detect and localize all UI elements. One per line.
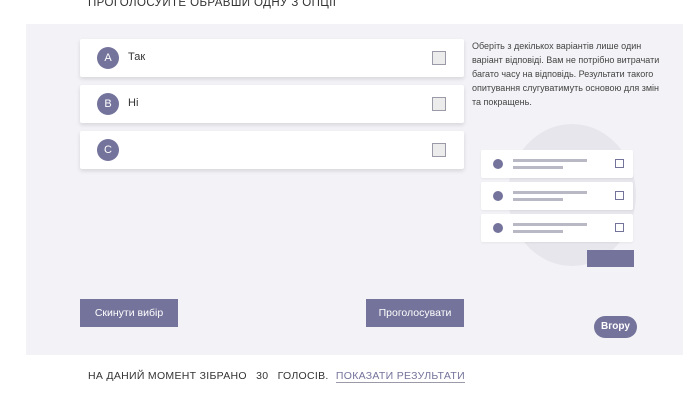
option-letter-badge: C bbox=[97, 139, 119, 161]
illustration-dot-icon bbox=[493, 191, 503, 201]
poll-option-b[interactable]: B Ні bbox=[80, 85, 464, 123]
option-checkbox[interactable] bbox=[432, 51, 446, 65]
poll-title: ПРОГОЛОСУЙТЕ ОБРАВШИ ОДНУ З ОПЦІЇ bbox=[88, 0, 337, 9]
poll-panel: A Так B Ні C Оберіть з декількох варіант… bbox=[26, 24, 683, 355]
poll-option-c[interactable]: C bbox=[80, 131, 464, 169]
vote-count-number: 30 bbox=[256, 370, 269, 382]
illustration-checkbox-icon bbox=[615, 191, 624, 200]
poll-hint-text: Оберіть з декількох варіантів лише один … bbox=[472, 41, 660, 107]
illustration-dot-icon bbox=[493, 159, 503, 169]
reset-choice-button[interactable]: Скинути вибір bbox=[80, 299, 178, 327]
illustration-card bbox=[481, 182, 633, 210]
illustration-button bbox=[587, 250, 634, 267]
vote-count-suffix: ГОЛОСІВ. bbox=[277, 370, 329, 382]
option-checkbox[interactable] bbox=[432, 97, 446, 111]
option-checkbox[interactable] bbox=[432, 143, 446, 157]
illustration-dot-icon bbox=[493, 223, 503, 233]
illustration-checkbox-icon bbox=[615, 223, 624, 232]
illustration-card bbox=[481, 214, 633, 242]
poll-option-a[interactable]: A Так bbox=[80, 39, 464, 77]
poll-header: ПРОГОЛОСУЙТЕ ОБРАВШИ ОДНУ З ОПЦІЇ bbox=[26, 0, 683, 24]
option-label: Ні bbox=[128, 97, 139, 109]
page-margin-left bbox=[0, 0, 26, 393]
illustration-checkbox-icon bbox=[615, 159, 624, 168]
option-letter-badge: A bbox=[97, 47, 119, 69]
vote-count-text: НА ДАНИЙ МОМЕНТ ЗІБРАНО 30 ГОЛОСІВ. ПОКА… bbox=[88, 370, 465, 383]
illustration-card bbox=[481, 150, 633, 178]
show-results-link[interactable]: ПОКАЗАТИ РЕЗУЛЬТАТИ bbox=[335, 370, 465, 383]
vote-count-prefix: НА ДАНИЙ МОМЕНТ ЗІБРАНО bbox=[88, 370, 247, 382]
option-label: Так bbox=[128, 51, 146, 63]
page-margin-right bbox=[683, 0, 700, 393]
poll-footer: НА ДАНИЙ МОМЕНТ ЗІБРАНО 30 ГОЛОСІВ. ПОКА… bbox=[26, 355, 683, 393]
poll-illustration bbox=[481, 124, 681, 274]
scroll-up-button[interactable]: Вгору bbox=[594, 316, 637, 338]
option-letter-badge: B bbox=[97, 93, 119, 115]
vote-button[interactable]: Проголосувати bbox=[366, 299, 464, 327]
